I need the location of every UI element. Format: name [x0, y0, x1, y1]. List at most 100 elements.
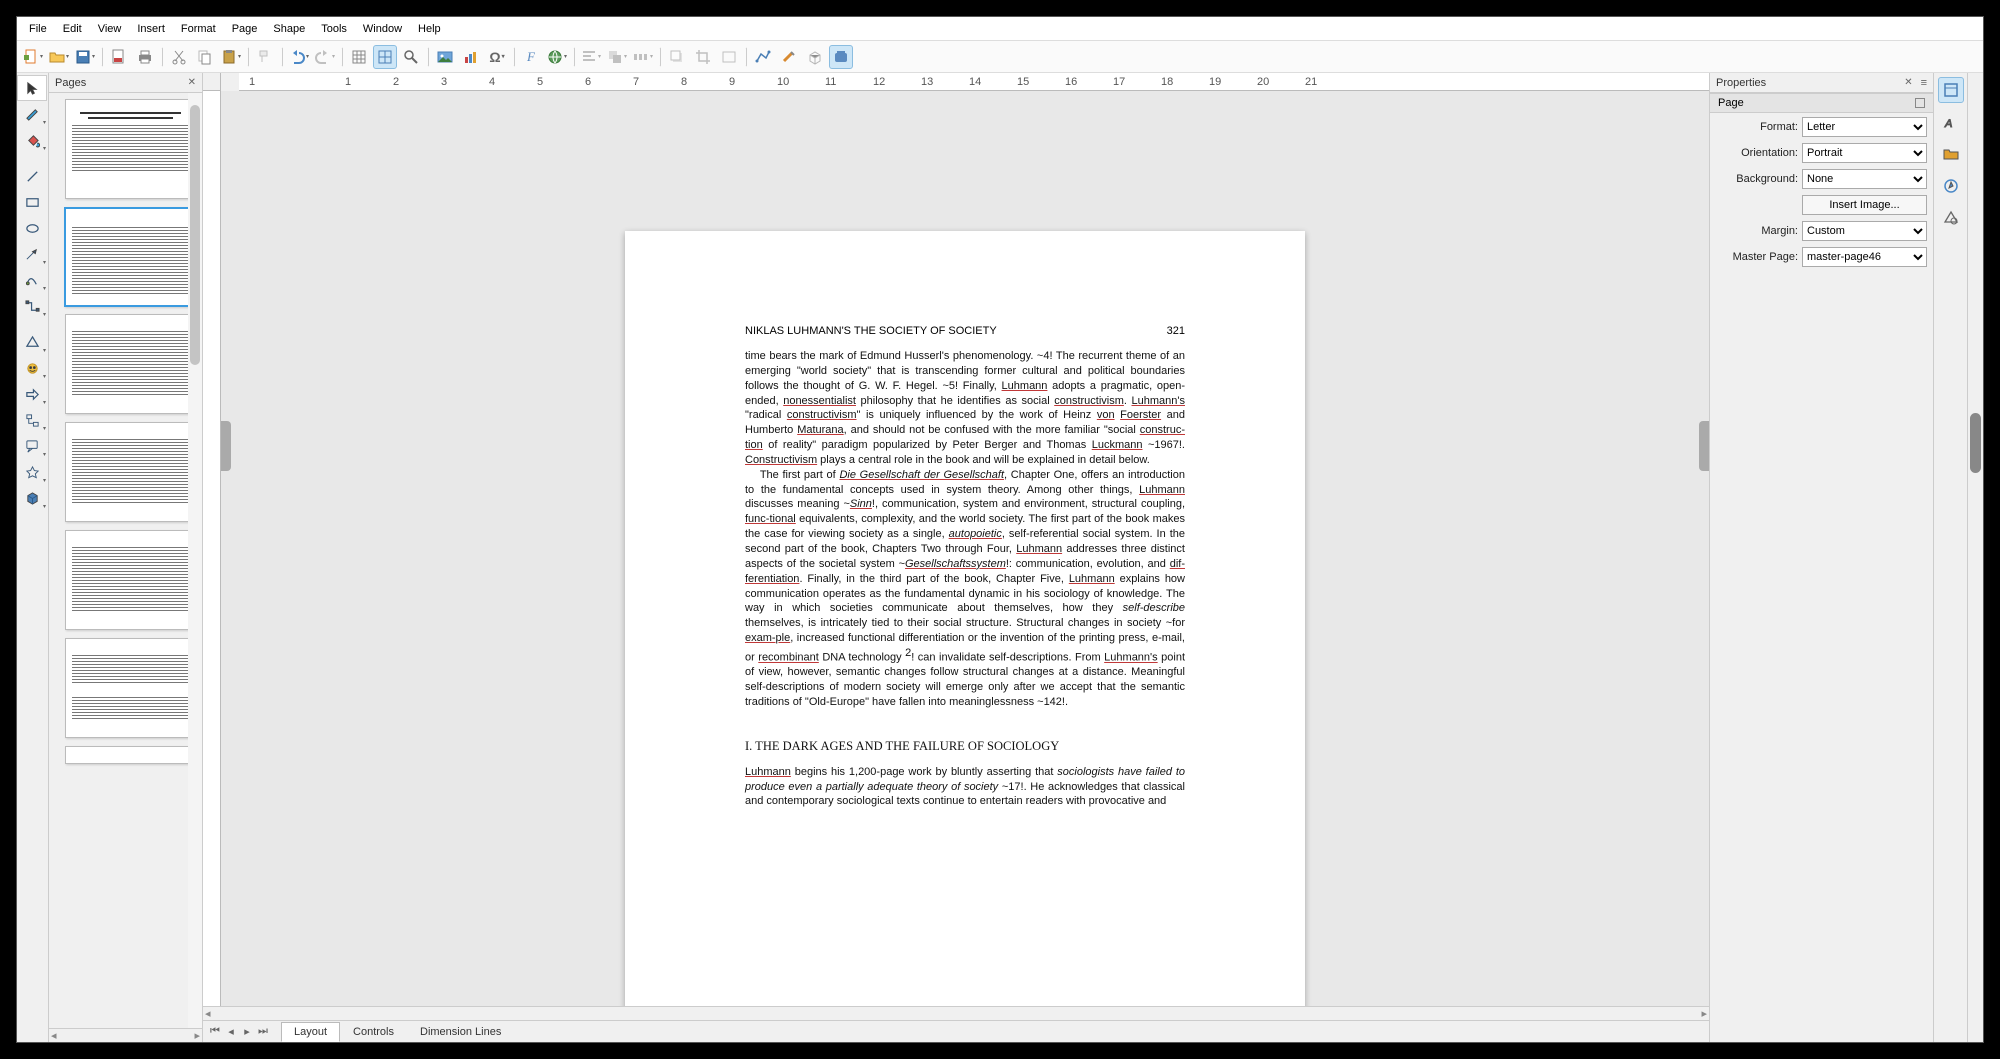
insert-hyperlink-button[interactable]: ▾ [545, 45, 569, 69]
canvas-hscroll[interactable]: ◂▸ [203, 1006, 1709, 1020]
close-pages-panel-button[interactable]: ✕ [188, 77, 196, 88]
menu-page[interactable]: Page [224, 20, 266, 38]
insert-fontwork-button[interactable]: F [519, 45, 543, 69]
pages-scrollbar[interactable] [188, 93, 202, 1028]
filter-button[interactable] [717, 45, 741, 69]
tab-nav-first[interactable]: ⏮ [207, 1025, 223, 1038]
line-tool[interactable] [17, 163, 47, 189]
vertical-ruler[interactable] [203, 91, 221, 1006]
print-button[interactable] [133, 45, 157, 69]
canvas-scroll[interactable]: NIKLAS LUHMANN'S THE SOCIETY OF SOCIETY … [221, 91, 1709, 1006]
block-arrows-tool[interactable]: ▾ [17, 381, 47, 407]
page-thumb-2[interactable]: 2 [64, 207, 197, 307]
tab-layout[interactable]: Layout [281, 1022, 340, 1042]
curve-tool[interactable]: ▾ [17, 267, 47, 293]
callout-tool[interactable]: ▾ [17, 433, 47, 459]
open-button[interactable]: ▾ [47, 45, 71, 69]
symbol-shapes-tool[interactable]: ▾ [17, 355, 47, 381]
tab-nav-prev[interactable]: ◂ [223, 1025, 239, 1038]
sidebar-tab-navigator[interactable] [1938, 173, 1964, 199]
left-collapse-handle[interactable] [221, 421, 231, 471]
line-color-tool[interactable]: ▾ [17, 101, 47, 127]
new-button[interactable]: ▾ [21, 45, 45, 69]
draw-functions-button[interactable] [829, 45, 853, 69]
arrange-button[interactable]: ▾ [605, 45, 629, 69]
gluepoints-button[interactable] [777, 45, 801, 69]
sidebar-tab-styles[interactable]: A [1938, 109, 1964, 135]
margin-select[interactable]: Custom [1802, 221, 1927, 241]
window-vscroll[interactable] [1967, 73, 1983, 1042]
menu-tools[interactable]: Tools [313, 20, 355, 38]
cut-button[interactable] [167, 45, 191, 69]
insert-chart-button[interactable] [459, 45, 483, 69]
insert-image-button-props[interactable]: Insert Image... [1802, 195, 1927, 215]
menu-insert[interactable]: Insert [129, 20, 173, 38]
insert-image-button[interactable] [433, 45, 457, 69]
ellipse-tool[interactable] [17, 215, 47, 241]
page-thumb-5[interactable]: 5 [65, 530, 196, 630]
rectangle-tool[interactable] [17, 189, 47, 215]
3d-objects-tool[interactable]: ▾ [17, 485, 47, 511]
page-section-header[interactable]: Page [1710, 93, 1933, 113]
snap-button[interactable] [373, 45, 397, 69]
flowchart-tool[interactable]: ▾ [17, 407, 47, 433]
basic-shapes-tool[interactable]: ▾ [17, 329, 47, 355]
page-thumb-3[interactable]: 3 [65, 314, 196, 414]
menu-shape[interactable]: Shape [265, 20, 313, 38]
extrusion-button[interactable] [803, 45, 827, 69]
menu-file[interactable]: File [21, 20, 55, 38]
crop-button[interactable] [691, 45, 715, 69]
sidebar-tab-shapes[interactable] [1938, 205, 1964, 231]
sidebar-tab-gallery[interactable] [1938, 141, 1964, 167]
document-page[interactable]: NIKLAS LUHMANN'S THE SOCIETY OF SOCIETY … [625, 231, 1305, 1006]
undo-button[interactable]: ▾ [287, 45, 311, 69]
pages-list[interactable]: 1 2 3 4 5 [49, 93, 202, 1028]
properties-menu-button[interactable]: ≡ [1921, 77, 1927, 89]
menu-view[interactable]: View [90, 20, 130, 38]
lines-arrows-tool[interactable]: ▾ [17, 241, 47, 267]
menu-edit[interactable]: Edit [55, 20, 90, 38]
tab-dimension-lines[interactable]: Dimension Lines [407, 1022, 514, 1042]
stars-tool[interactable]: ▾ [17, 459, 47, 485]
left-toolbox: ▾ ▾ ▾ ▾ ▾ ▾ ▾ ▾ ▾ ▾ ▾ ▾ [17, 73, 49, 1042]
page-thumb-4[interactable]: 4 [65, 422, 196, 522]
format-select[interactable]: Letter [1802, 117, 1927, 137]
tab-nav-next[interactable]: ▸ [239, 1025, 255, 1038]
sidebar-tab-properties[interactable] [1938, 77, 1964, 103]
horizontal-ruler[interactable]: 1123456789101112131415161718192021 [239, 73, 1709, 91]
copy-button[interactable] [193, 45, 217, 69]
page-thumb-6[interactable]: 6 [65, 638, 196, 738]
pointer-tool[interactable] [17, 75, 47, 101]
connector-tool[interactable]: ▾ [17, 293, 47, 319]
align-button[interactable]: ▾ [579, 45, 603, 69]
master-page-select[interactable]: master-page46 [1802, 247, 1927, 267]
tab-nav-last[interactable]: ⏭ [255, 1025, 271, 1038]
zoom-button[interactable] [399, 45, 423, 69]
shadow-button[interactable] [665, 45, 689, 69]
page-thumb-1[interactable]: 1 [65, 99, 196, 199]
orientation-label: Orientation: [1716, 147, 1798, 159]
orientation-select[interactable]: Portrait [1802, 143, 1927, 163]
pages-hscroll[interactable]: ◂▸ [49, 1028, 202, 1042]
save-button[interactable]: ▾ [73, 45, 97, 69]
grid-button[interactable] [347, 45, 371, 69]
export-pdf-button[interactable] [107, 45, 131, 69]
toggle-point-edit-button[interactable] [751, 45, 775, 69]
page-thumb-7[interactable]: 7 [65, 746, 196, 764]
properties-panel: Properties ✕ ≡ Page Format: Letter Orien… [1709, 73, 1933, 1042]
paste-button[interactable]: ▾ [219, 45, 243, 69]
tab-controls[interactable]: Controls [340, 1022, 407, 1042]
distribute-button[interactable]: ▾ [631, 45, 655, 69]
expand-section-icon[interactable] [1915, 98, 1925, 108]
menu-format[interactable]: Format [173, 20, 224, 38]
clone-format-button[interactable] [253, 45, 277, 69]
right-collapse-handle[interactable] [1699, 421, 1709, 471]
canvas-area: 1123456789101112131415161718192021 NIKLA… [203, 73, 1709, 1042]
redo-button[interactable]: ▾ [313, 45, 337, 69]
insert-special-char-button[interactable]: Ω▾ [485, 45, 509, 69]
menu-window[interactable]: Window [355, 20, 410, 38]
menu-help[interactable]: Help [410, 20, 449, 38]
background-select[interactable]: None [1802, 169, 1927, 189]
close-properties-button[interactable]: ✕ [1904, 77, 1912, 88]
fill-color-tool[interactable]: ▾ [17, 127, 47, 153]
